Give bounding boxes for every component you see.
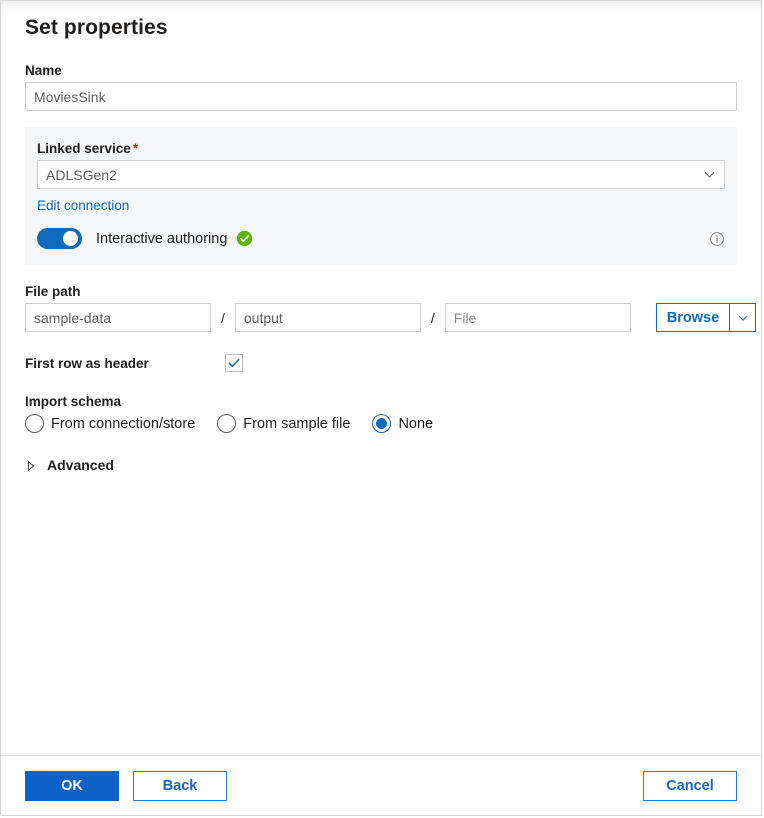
interactive-authoring-row: Interactive authoring xyxy=(37,228,725,249)
file-path-directory-input[interactable] xyxy=(235,303,421,332)
interactive-authoring-toggle[interactable] xyxy=(37,228,82,249)
import-schema-label: Import schema xyxy=(25,394,737,409)
radio-label: None xyxy=(398,416,433,432)
radio-button[interactable] xyxy=(372,414,391,433)
import-schema-option-from-sample-file[interactable]: From sample file xyxy=(217,414,350,433)
back-button[interactable]: Back xyxy=(133,771,227,801)
browse-button[interactable]: Browse xyxy=(656,303,730,332)
triangle-right-icon xyxy=(25,459,37,471)
linked-service-select[interactable] xyxy=(37,160,725,189)
file-path-file-input[interactable] xyxy=(445,303,631,332)
ok-button[interactable]: OK xyxy=(25,771,119,801)
file-path-group: File path / / Browse xyxy=(25,284,737,332)
import-schema-radio-row: From connection/store From sample file N… xyxy=(25,414,737,433)
edit-connection-link[interactable]: Edit connection xyxy=(37,198,129,213)
file-path-row: / / Browse xyxy=(25,303,737,332)
dialog-content: Set properties Name Linked service* Edit… xyxy=(1,1,761,755)
set-properties-dialog: Set properties Name Linked service* Edit… xyxy=(0,0,762,816)
required-asterisk: * xyxy=(133,141,138,156)
linked-service-label-text: Linked service xyxy=(37,141,131,156)
name-input[interactable] xyxy=(25,82,737,111)
browse-dropdown-chevron-down-icon[interactable] xyxy=(730,303,756,332)
page-title: Set properties xyxy=(25,1,737,40)
linked-service-group: Linked service* Edit connection Interact… xyxy=(25,127,737,265)
linked-service-label: Linked service* xyxy=(37,141,725,156)
radio-label: From connection/store xyxy=(51,416,195,432)
green-check-icon xyxy=(236,230,253,247)
file-path-label: File path xyxy=(25,284,737,299)
radio-button[interactable] xyxy=(217,414,236,433)
file-path-separator-2: / xyxy=(421,310,445,326)
linked-service-select-wrapper[interactable] xyxy=(37,160,725,189)
checkmark-icon xyxy=(227,356,241,370)
toggle-knob xyxy=(63,231,78,246)
file-path-separator-1: / xyxy=(211,310,235,326)
file-path-container-input[interactable] xyxy=(25,303,211,332)
cancel-button[interactable]: Cancel xyxy=(643,771,737,801)
name-label: Name xyxy=(25,63,737,78)
name-field-group: Name xyxy=(25,63,737,111)
interactive-authoring-label: Interactive authoring xyxy=(96,231,227,247)
first-row-as-header-label: First row as header xyxy=(25,356,225,371)
import-schema-option-from-connection-store[interactable]: From connection/store xyxy=(25,414,195,433)
first-row-as-header-checkbox[interactable] xyxy=(225,354,243,372)
first-row-as-header-row: First row as header xyxy=(25,354,737,372)
radio-button[interactable] xyxy=(25,414,44,433)
advanced-expander[interactable]: Advanced xyxy=(25,457,737,473)
dialog-footer: OK Back Cancel xyxy=(1,755,761,815)
import-schema-option-none[interactable]: None xyxy=(372,414,433,433)
advanced-label: Advanced xyxy=(47,457,114,473)
radio-label: From sample file xyxy=(243,416,350,432)
browse-split-button: Browse xyxy=(656,303,756,332)
info-circle-icon[interactable] xyxy=(709,231,725,247)
import-schema-group: Import schema From connection/store From… xyxy=(25,394,737,433)
